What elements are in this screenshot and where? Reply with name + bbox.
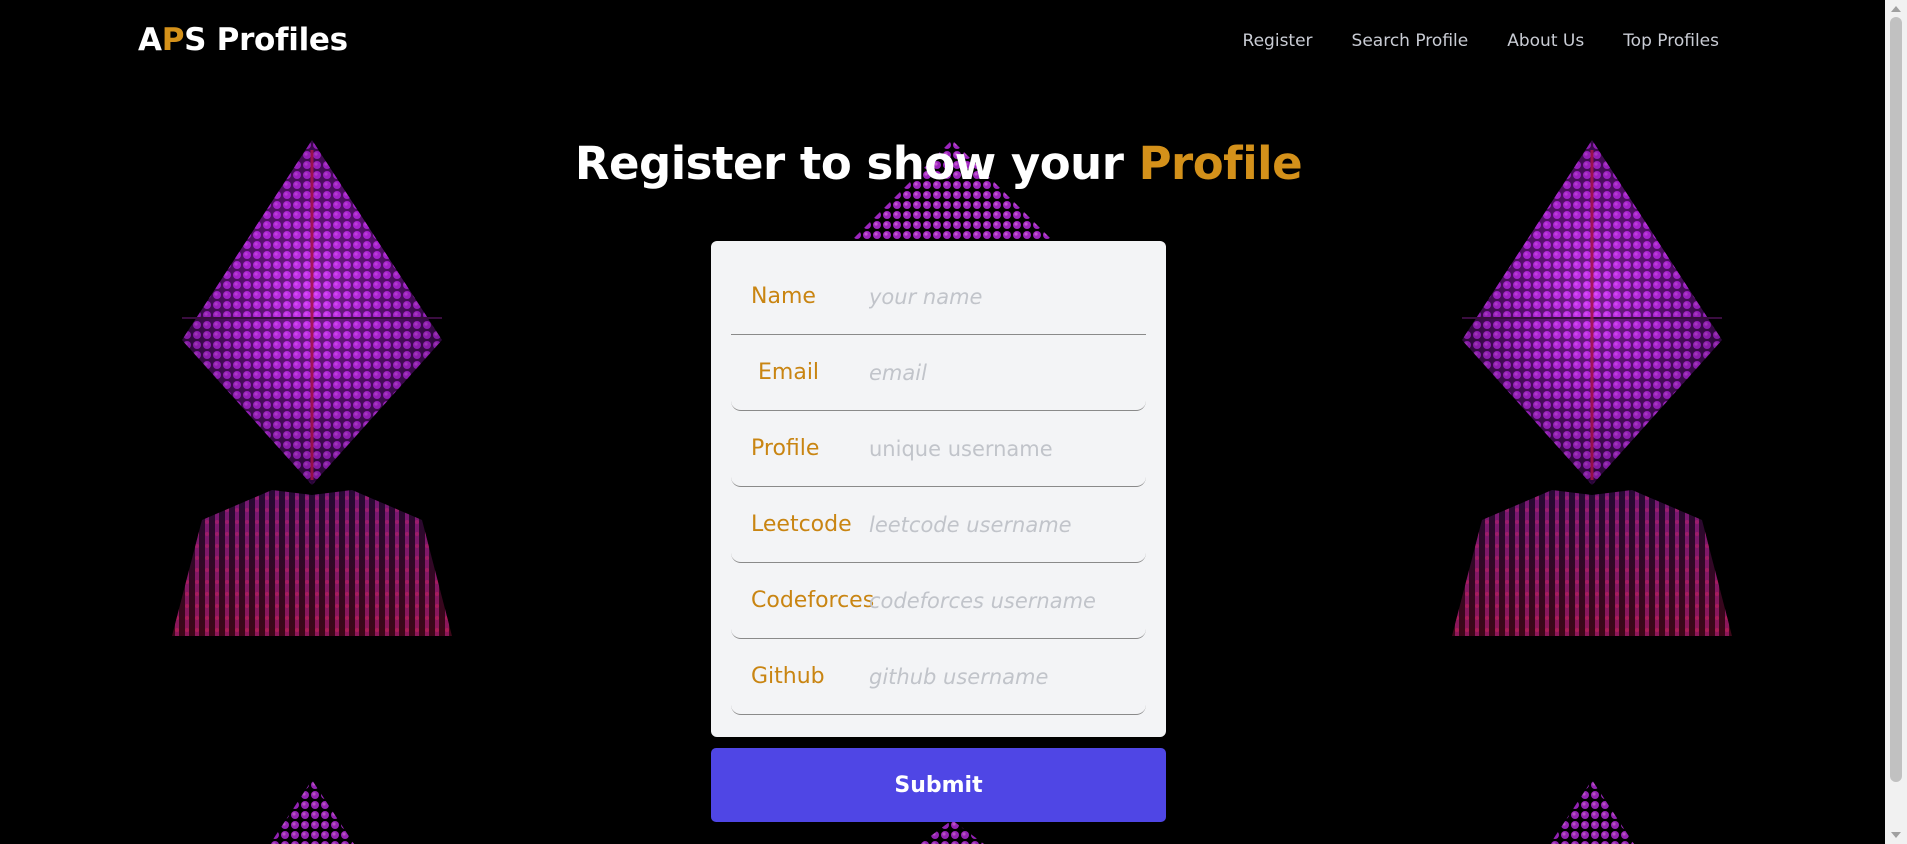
leetcode-label: Leetcode xyxy=(751,512,852,537)
nav-search-profile-link[interactable]: Search Profile xyxy=(1352,31,1469,51)
profile-label: Profile xyxy=(751,436,820,461)
leetcode-input[interactable] xyxy=(869,505,1139,545)
email-label: Email xyxy=(758,360,820,385)
left-orb xyxy=(172,140,452,636)
nav-links: Register Search Profile About Us Top Pro… xyxy=(1243,31,1719,51)
github-input[interactable] xyxy=(869,657,1139,697)
nav-register-link[interactable]: Register xyxy=(1243,31,1313,51)
leetcode-field-row: Leetcode xyxy=(731,489,1146,563)
name-field-row: Name xyxy=(731,261,1146,335)
codeforces-label: Codeforces xyxy=(751,588,875,613)
brand-rest: S Profiles xyxy=(184,22,348,58)
name-input[interactable] xyxy=(869,277,1139,317)
github-field-row: Github xyxy=(731,641,1146,715)
brand-letter-p: P xyxy=(161,22,185,58)
email-input[interactable] xyxy=(869,353,1139,393)
scrollbar-thumb[interactable] xyxy=(1890,17,1902,782)
brand-letter-a: A xyxy=(138,22,162,58)
navbar: APS Profiles Register Search Profile Abo… xyxy=(0,0,1885,84)
page-title-accent: Profile xyxy=(1138,137,1303,190)
vertical-scrollbar[interactable] xyxy=(1885,0,1907,844)
github-label: Github xyxy=(751,664,825,689)
email-field-row: Email xyxy=(731,337,1146,411)
nav-about-us-link[interactable]: About Us xyxy=(1507,31,1584,51)
nav-top-profiles-link[interactable]: Top Profiles xyxy=(1623,31,1719,51)
profile-input[interactable] xyxy=(869,429,1139,469)
scroll-up-arrow-icon[interactable] xyxy=(1891,6,1901,12)
codeforces-input[interactable] xyxy=(869,581,1139,621)
name-label: Name xyxy=(751,284,816,309)
profile-field-row: Profile xyxy=(731,413,1146,487)
right-orb xyxy=(1452,140,1732,636)
page-title-main: Register to show your xyxy=(574,137,1139,190)
brand-logo[interactable]: APS Profiles xyxy=(138,22,348,58)
scroll-down-arrow-icon[interactable] xyxy=(1891,832,1901,838)
submit-button[interactable]: Submit xyxy=(711,748,1166,822)
page-title: Register to show your Profile xyxy=(0,137,1877,190)
page: APS Profiles Register Search Profile Abo… xyxy=(0,0,1907,844)
codeforces-field-row: Codeforces xyxy=(731,565,1146,639)
register-form: Name Email Profile Leetcode Codeforces G… xyxy=(711,241,1166,737)
